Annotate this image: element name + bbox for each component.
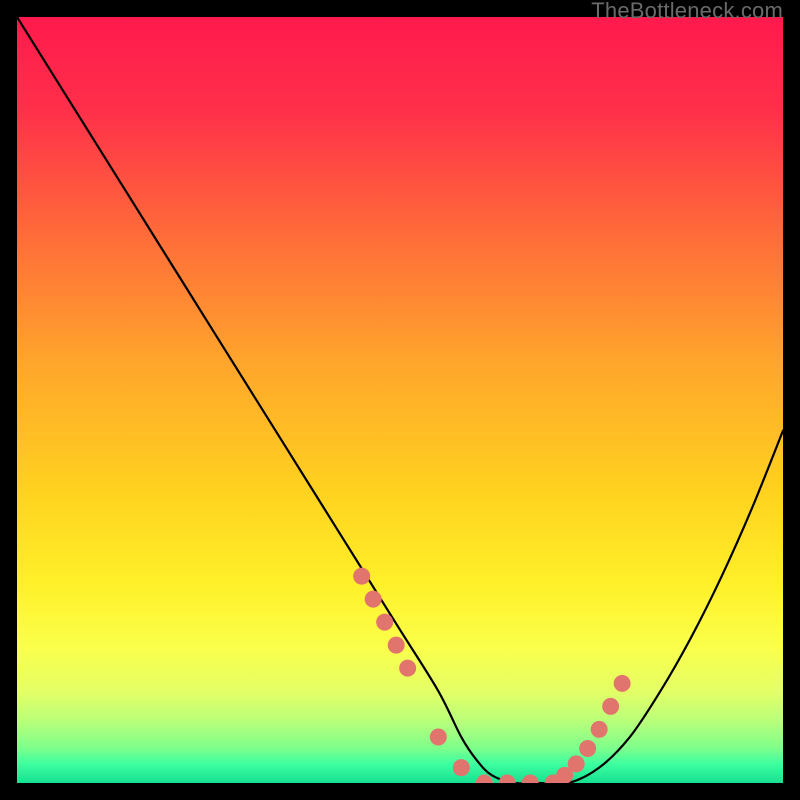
highlight-dot: [353, 568, 370, 585]
chart-frame: TheBottleneck.com: [0, 0, 800, 800]
highlight-dot: [591, 721, 608, 738]
highlight-dot: [568, 755, 585, 772]
plot-area: [17, 17, 783, 783]
highlight-dot: [430, 729, 447, 746]
highlight-dot: [388, 637, 405, 654]
highlight-dot: [476, 775, 493, 784]
highlight-dot: [579, 740, 596, 757]
highlight-dot: [376, 614, 393, 631]
highlight-dot: [453, 759, 470, 776]
highlight-dot: [614, 675, 631, 692]
highlight-dot: [602, 698, 619, 715]
highlight-dots: [353, 568, 630, 783]
watermark-text: TheBottleneck.com: [591, 0, 783, 24]
highlight-dot: [522, 775, 539, 784]
highlight-dot: [365, 591, 382, 608]
highlight-dot: [499, 775, 516, 784]
curve-layer: [17, 17, 783, 783]
highlight-dot: [399, 660, 416, 677]
